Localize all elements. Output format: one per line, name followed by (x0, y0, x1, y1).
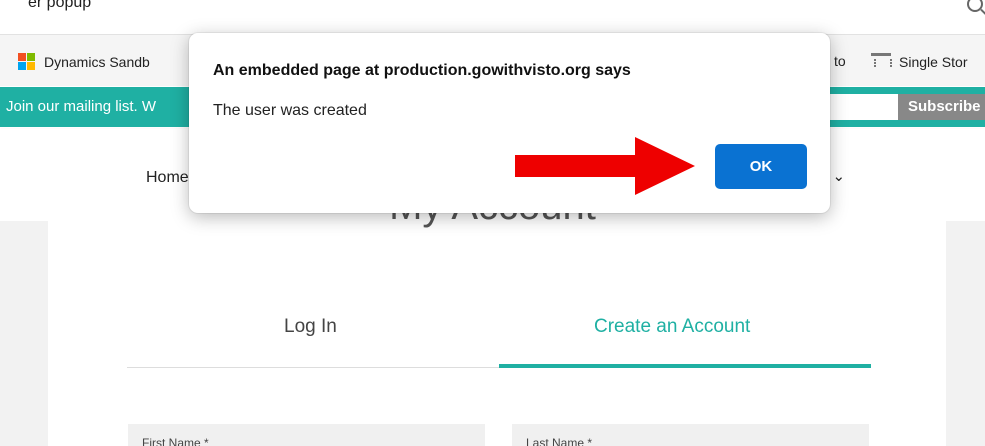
red-arrow-icon (515, 137, 695, 195)
subscribe-button[interactable]: Subscribe (898, 94, 985, 120)
bookmark-label: Dynamics Sandb (44, 53, 150, 70)
alert-dialog: An embedded page at production.gowithvis… (189, 33, 830, 213)
mailing-list-text: Join our mailing list. W (6, 98, 157, 115)
bookmark-dynamics-sandbox[interactable]: Dynamics Sandb (18, 53, 150, 70)
first-name-label: First Name * (142, 436, 209, 446)
bookmark-label: to (834, 53, 846, 69)
last-name-field[interactable]: Last Name * (512, 424, 869, 446)
browser-top-strip: er popup (0, 0, 985, 32)
microsoft-logo-icon (18, 53, 35, 70)
dialog-message: The user was created (213, 102, 367, 119)
tab-create-account[interactable]: Create an Account (594, 316, 750, 338)
first-name-field[interactable]: First Name * (128, 424, 485, 446)
account-card (48, 221, 946, 446)
top-caption: er popup (28, 0, 92, 11)
bookmark-partial[interactable]: to (834, 53, 846, 69)
tab-active-indicator (499, 364, 871, 368)
tab-log-in[interactable]: Log In (284, 316, 337, 338)
ok-button[interactable]: OK (715, 144, 807, 189)
search-icon[interactable] (967, 0, 983, 12)
bookmark-label: Single Stor (899, 53, 968, 70)
dialog-title: An embedded page at production.gowithvis… (213, 62, 631, 79)
bookmark-single-store[interactable]: Single Stor (871, 53, 967, 70)
last-name-label: Last Name * (526, 436, 593, 446)
tab-divider (127, 367, 499, 368)
store-icon (871, 53, 892, 70)
